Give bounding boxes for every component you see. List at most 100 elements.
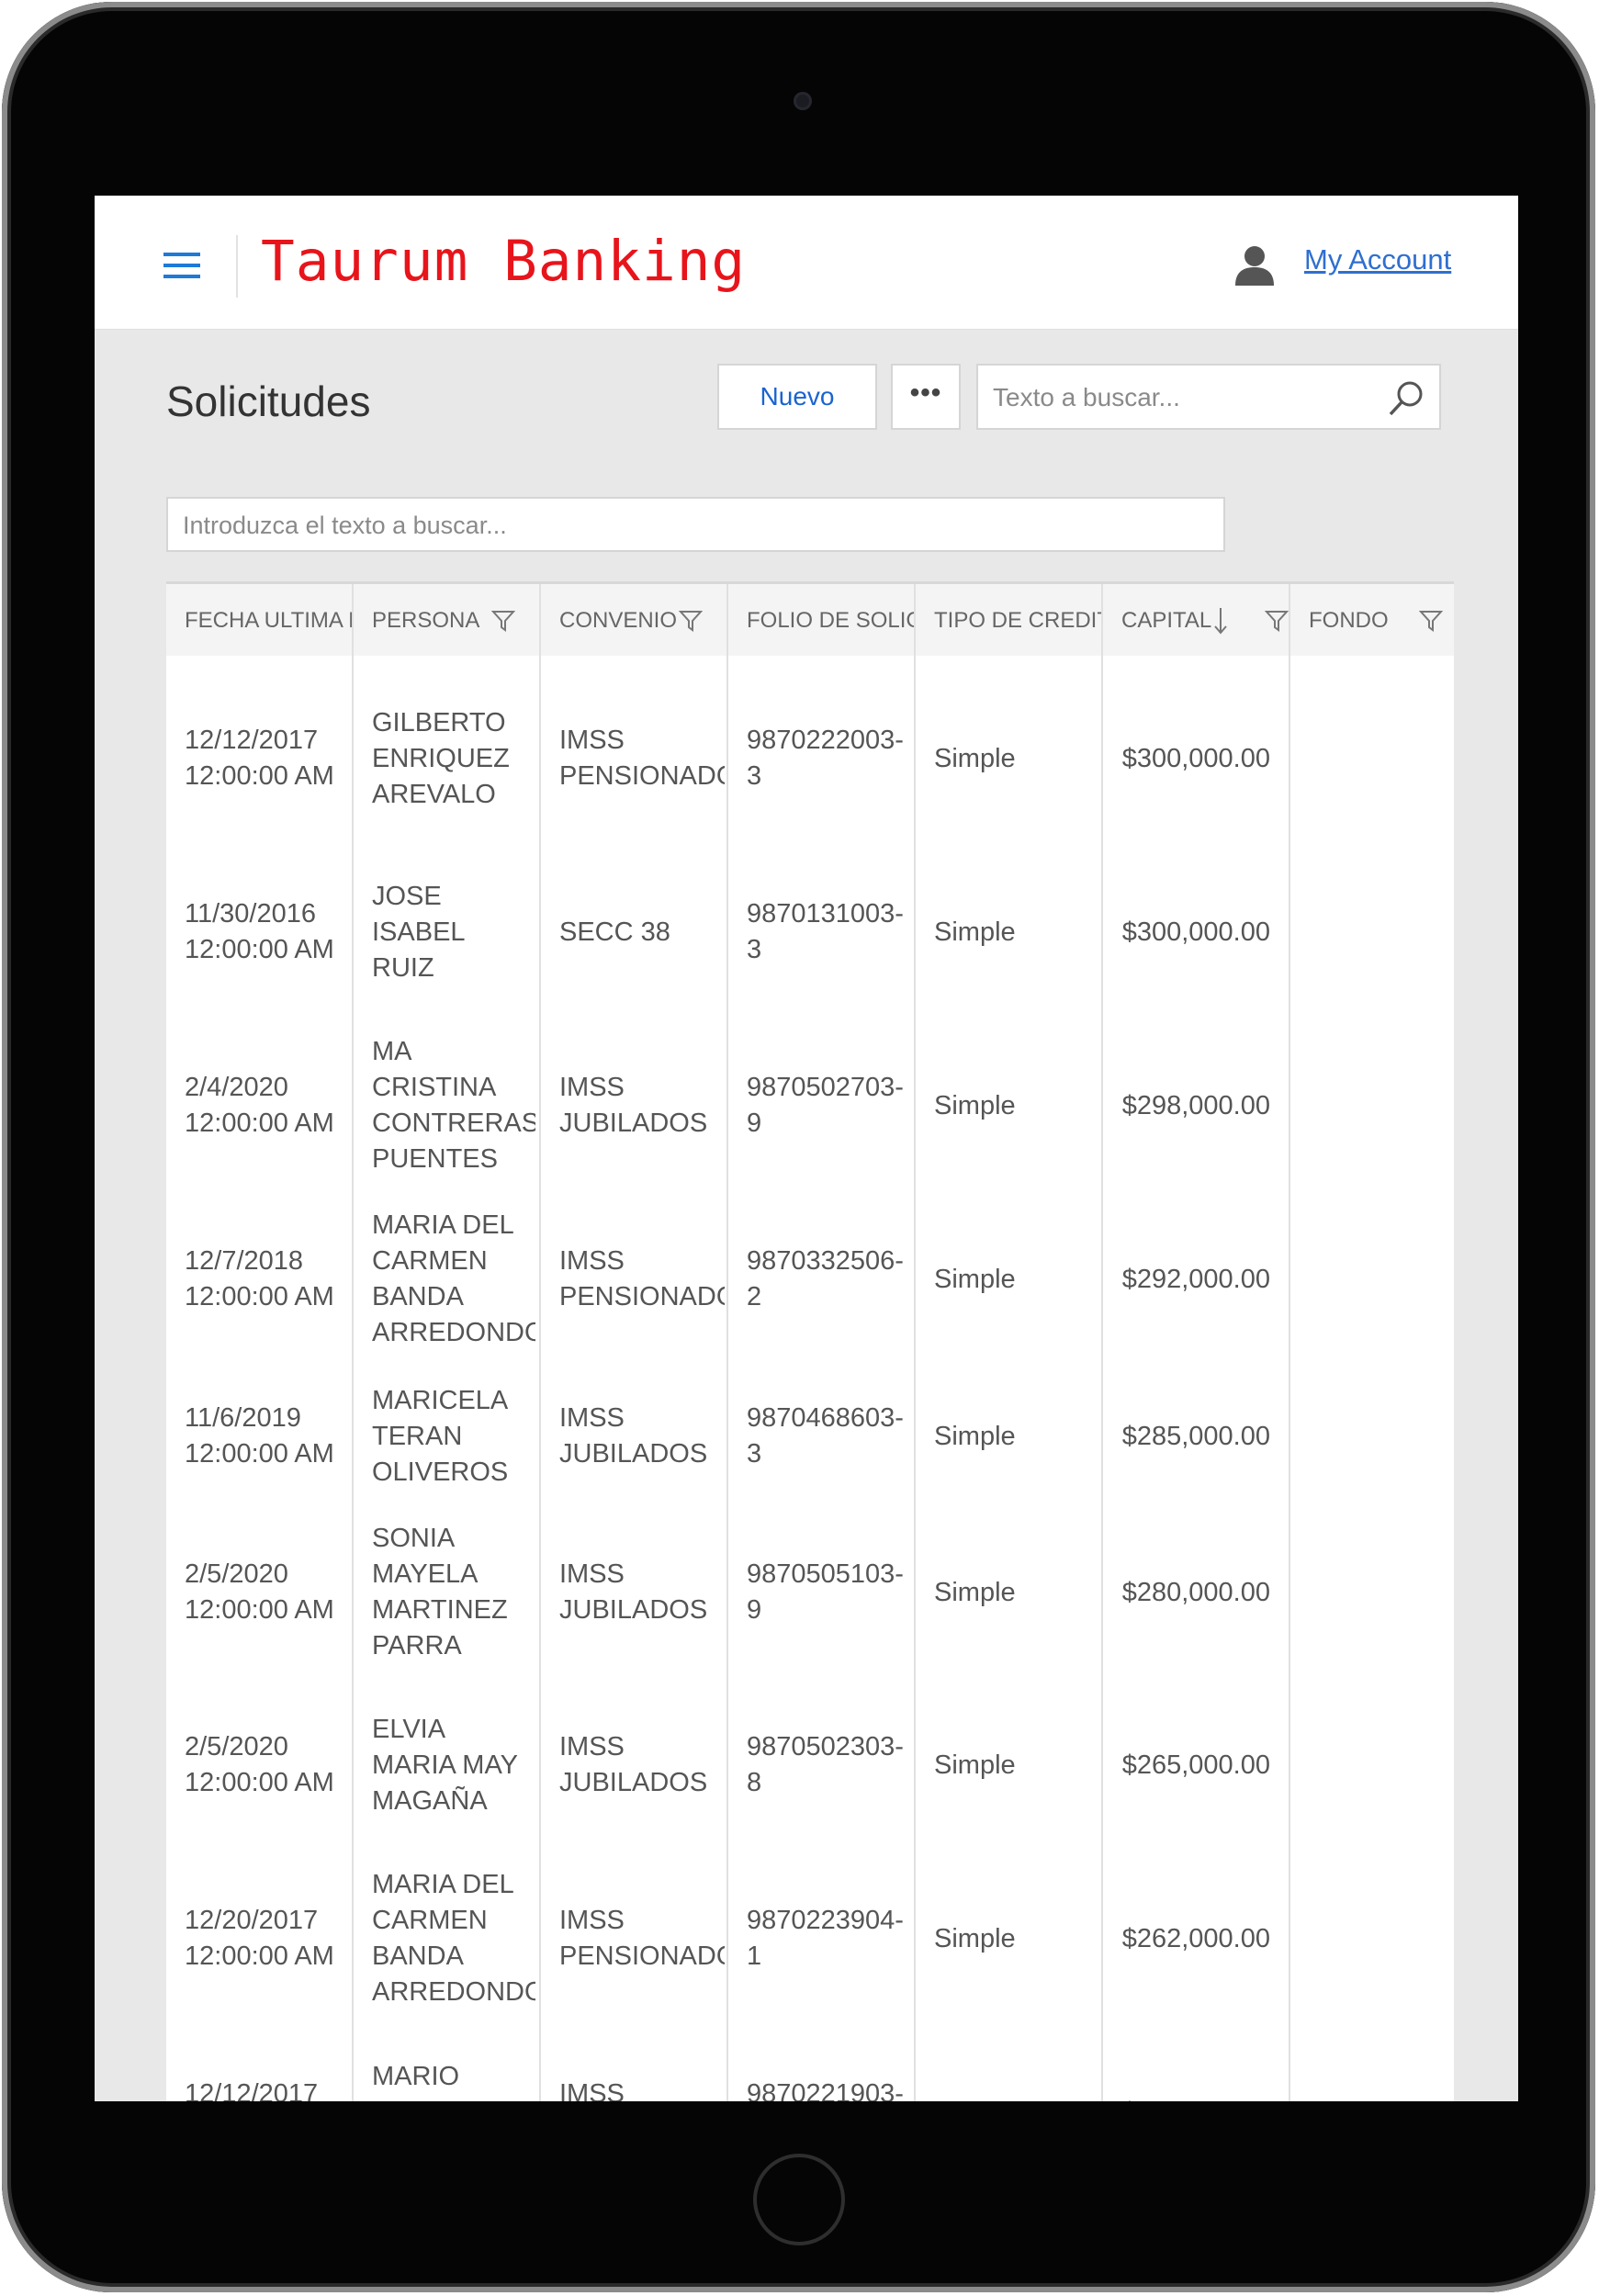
cell-fecha: 11/30/2016 12:00:00 AM [185,899,334,964]
cell-fondo [1309,1748,1447,1784]
data-grid: FECHA ULTIMA M PERSONA CONVENIO FOLIO DE… [166,581,1454,2101]
grid-header: FECHA ULTIMA M PERSONA CONVENIO FOLIO DE… [166,584,1454,656]
cell-folio: 9870505103- 9 [747,1559,904,1625]
top-search-input[interactable] [991,375,1371,421]
filter-icon[interactable] [1419,610,1443,632]
cell-fecha: 2/5/2020 12:00:00 AM [185,1732,334,1797]
cell-capital: $292,000.00 [1121,1265,1270,1294]
cell-fondo [1309,915,1447,951]
cell-persona: JOSE ISABEL RUIZ HERNANDEZ [372,882,466,983]
cell-folio: 9870332506- 2 [747,1246,904,1311]
cell-convenio: IMSS PENSIONADOS [559,2079,625,2101]
cell-persona: MA CRISTINA CONTRERAS PUENTES [372,1037,535,1174]
my-account-link[interactable]: My Account [1304,243,1451,276]
cell-tipo: Simple [934,1422,1016,1451]
cell-fecha: 2/4/2020 12:00:00 AM [185,1073,334,1138]
column-label: CONVENIO [559,608,678,633]
home-button[interactable] [753,2154,845,2245]
cell-fecha: 12/20/2017 12:00:00 AM [185,1906,334,1971]
hamburger-menu-icon[interactable] [163,253,200,278]
cell-capital: $280,000.00 [1121,1578,1270,1607]
cell-fondo [1309,741,1447,777]
cell-persona: MARIA DEL CARMEN BANDA ARREDONDO [372,1210,535,1347]
cell-convenio: SECC 38 [559,917,670,947]
column-separator[interactable] [1101,584,1103,2101]
cell-capital: $262,000.00 [1121,1924,1270,1953]
column-separator[interactable] [539,584,541,2101]
tablet-frame: Taurum Banking My Account Solicitudes Nu… [2,2,1595,2292]
cell-persona: ELVIA MARIA MAY MAGAÑA [372,1715,518,1816]
cell-fondo [1309,1088,1447,1124]
cell-capital: $265,000.00 [1121,1750,1270,1780]
cell-tipo: Simple [934,2095,1090,2101]
cell-tipo: Simple [934,1091,1016,1120]
cell-convenio: IMSS JUBILADOS [559,1559,708,1625]
cell-tipo: Simple [934,1924,1016,1953]
more-options-button[interactable]: ••• [891,364,961,430]
column-label: FECHA ULTIMA M [185,608,352,633]
cell-tipo: Simple [934,1265,1016,1294]
cell-convenio: IMSS JUBILADOS [559,1403,708,1469]
cell-capital: $300,000.00 [1121,917,1270,947]
top-search-box [976,364,1441,430]
cell-folio: 9870131003- 3 [747,899,904,964]
cell-folio: 9870502703- 9 [747,1073,904,1138]
cell-convenio: IMSS PENSIONADOS [559,726,725,791]
cell-capital: $300,000.00 [1121,744,1270,773]
cell-folio: 9870223904- 1 [747,1906,904,1971]
cell-persona: SONIA MAYELA MARTINEZ PARRA [372,1524,508,1660]
cell-convenio: IMSS PENSIONADOS [559,1906,725,1971]
grid-search-box [166,497,1225,552]
column-header-capital[interactable]: CAPITAL [1103,584,1289,656]
column-label: FOLIO DE SOLICI [747,608,914,633]
filter-icon[interactable] [1265,610,1289,632]
column-separator[interactable] [726,584,728,2101]
cell-fondo [1309,1262,1447,1298]
cell-fondo [1309,1419,1447,1455]
sort-descending-icon[interactable] [1211,606,1230,636]
cell-tipo: Simple [934,917,1016,947]
cell-capital: $285,000.00 [1121,1422,1270,1451]
cell-fondo [1309,1575,1447,1611]
column-header-fecha[interactable]: FECHA ULTIMA M [166,584,352,656]
divider [236,235,238,298]
camera-icon [794,92,812,110]
cell-fecha: 11/6/2019 12:00:00 AM [185,1403,334,1469]
column-label: CAPITAL [1121,608,1212,633]
cell-folio: 9870502303- 8 [747,1732,904,1797]
cell-fondo [1309,1921,1447,1957]
screen: Taurum Banking My Account Solicitudes Nu… [95,196,1518,2101]
column-separator[interactable] [914,584,916,2101]
column-header-convenio[interactable]: CONVENIO [541,584,726,656]
top-bar: Taurum Banking My Account [95,196,1518,330]
column-label: FONDO [1309,608,1389,633]
cell-fecha: 12/7/2018 12:00:00 AM [185,1246,334,1311]
search-icon[interactable] [1386,378,1426,419]
cell-tipo: Simple [934,1750,1016,1780]
cell-folio: 9870468603- 3 [747,1403,904,1469]
filter-icon[interactable] [491,610,515,632]
column-separator[interactable] [352,584,354,2101]
cell-fecha: 2/5/2020 12:00:00 AM [185,1559,334,1625]
filter-icon[interactable] [679,610,703,632]
cell-capital: $250,000.00 [1121,2095,1270,2101]
cell-convenio: IMSS JUBILADOS [559,1732,708,1797]
grid-search-input[interactable] [181,504,1195,546]
column-header-tipo[interactable]: TIPO DE CREDITO [916,584,1101,656]
brand-logo: Taurum Banking [261,229,747,294]
cell-folio: 9870221903- 5 [747,2079,904,2101]
page-title: Solicitudes [166,377,371,425]
column-header-fondo[interactable]: FONDO [1290,584,1454,656]
column-header-persona[interactable]: PERSONA [354,584,539,656]
cell-persona: MARICELA TERAN OLIVEROS [372,1386,509,1487]
cell-convenio: IMSS JUBILADOS [559,1073,708,1138]
column-separator[interactable] [1289,584,1290,2101]
cell-persona: MARIO ALBERTO CASTRO [372,2062,495,2101]
column-label: TIPO DE CREDITO [934,608,1101,633]
column-header-folio[interactable]: FOLIO DE SOLICI [728,584,914,656]
cell-tipo: Simple [934,744,1016,773]
new-button[interactable]: Nuevo [717,364,877,430]
cell-fondo [1309,2095,1447,2101]
cell-folio: 9870222003- 3 [747,726,904,791]
user-icon[interactable] [1233,243,1276,287]
